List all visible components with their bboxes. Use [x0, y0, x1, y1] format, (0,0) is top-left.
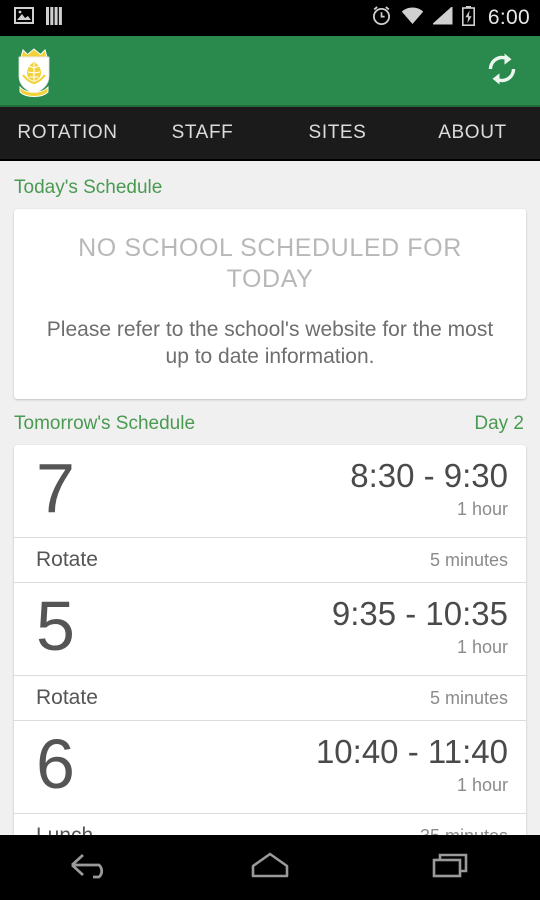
wifi-icon	[401, 6, 424, 30]
status-bar-clock: 6:00	[487, 6, 530, 29]
refresh-icon	[483, 50, 521, 93]
today-schedule-card: NO SCHOOL SCHEDULED FOR TODAY Please ref…	[14, 209, 526, 400]
period-number: 6	[36, 725, 75, 804]
tomorrow-section-title: Tomorrow's Schedule	[14, 413, 196, 435]
tab-rotation-label: ROTATION	[17, 122, 118, 143]
period-time-block: 9:35 - 10:35 1 hour	[332, 589, 508, 658]
tab-bar: ROTATION STAFF SITES ABOUT	[0, 107, 540, 161]
table-row[interactable]: 5 9:35 - 10:35 1 hour	[14, 583, 526, 675]
tab-rotation[interactable]: ROTATION	[0, 107, 135, 159]
table-row[interactable]: Rotate 5 minutes	[14, 537, 526, 584]
tab-sites[interactable]: SITES	[270, 107, 405, 159]
status-bar-right-icons: 6:00	[371, 5, 530, 31]
tomorrow-schedule-card: 7 8:30 - 9:30 1 hour Rotate 5 minutes 5 …	[14, 445, 526, 835]
back-icon	[66, 850, 114, 885]
refresh-button[interactable]	[480, 50, 524, 94]
day-badge: Day 2	[474, 413, 524, 435]
period-number: 7	[36, 449, 75, 528]
tab-about-label: ABOUT	[438, 122, 507, 143]
battery-charging-icon	[461, 5, 475, 31]
bars-icon	[46, 6, 62, 30]
period-time-block: 8:30 - 9:30 1 hour	[350, 451, 508, 520]
period-number: 5	[36, 587, 75, 666]
break-label: Lunch	[36, 824, 93, 835]
period-time: 10:40 - 11:40	[315, 733, 508, 771]
table-row[interactable]: 7 8:30 - 9:30 1 hour	[14, 445, 526, 537]
break-duration: 5 minutes	[429, 549, 508, 570]
table-row[interactable]: Lunch 35 minutes	[14, 813, 526, 835]
period-duration: 1 hour	[456, 636, 508, 657]
no-school-body: Please refer to the school's website for…	[46, 317, 494, 369]
alarm-icon	[371, 5, 392, 31]
period-duration: 1 hour	[456, 498, 508, 519]
nav-recents-button[interactable]	[360, 850, 540, 885]
schedule-scroll-area[interactable]: Today's Schedule NO SCHOOL SCHEDULED FOR…	[0, 163, 540, 835]
period-time-block: 10:40 - 11:40 1 hour	[316, 727, 508, 796]
status-bar: 6:00	[0, 0, 540, 36]
android-navigation-bar	[0, 835, 540, 900]
nav-home-button[interactable]	[180, 851, 360, 884]
break-label: Rotate	[36, 686, 98, 710]
tab-about[interactable]: ABOUT	[405, 107, 540, 159]
app-bar	[0, 36, 540, 107]
tomorrow-section-header: Tomorrow's Schedule Day 2	[0, 399, 540, 445]
today-section-title: Today's Schedule	[14, 177, 163, 198]
table-row[interactable]: Rotate 5 minutes	[14, 675, 526, 722]
tab-staff[interactable]: STAFF	[135, 107, 270, 159]
no-school-headline: NO SCHOOL SCHEDULED FOR TODAY	[78, 234, 462, 294]
break-label: Rotate	[36, 548, 98, 572]
tab-staff-label: STAFF	[171, 122, 234, 143]
signal-icon	[431, 5, 453, 30]
break-duration: 35 minutes	[420, 826, 508, 835]
break-duration: 5 minutes	[429, 687, 508, 708]
image-icon	[14, 7, 34, 29]
school-crest-logo	[10, 46, 58, 98]
status-bar-left-icons	[14, 6, 62, 30]
tab-sites-label: SITES	[308, 122, 367, 143]
home-icon	[248, 851, 292, 884]
period-time: 8:30 - 9:30	[350, 457, 508, 495]
period-duration: 1 hour	[456, 774, 508, 795]
recents-icon	[428, 850, 472, 885]
today-section-header: Today's Schedule	[0, 163, 540, 209]
table-row[interactable]: 6 10:40 - 11:40 1 hour	[14, 721, 526, 813]
period-time: 9:35 - 10:35	[331, 595, 508, 633]
nav-back-button[interactable]	[0, 850, 180, 885]
